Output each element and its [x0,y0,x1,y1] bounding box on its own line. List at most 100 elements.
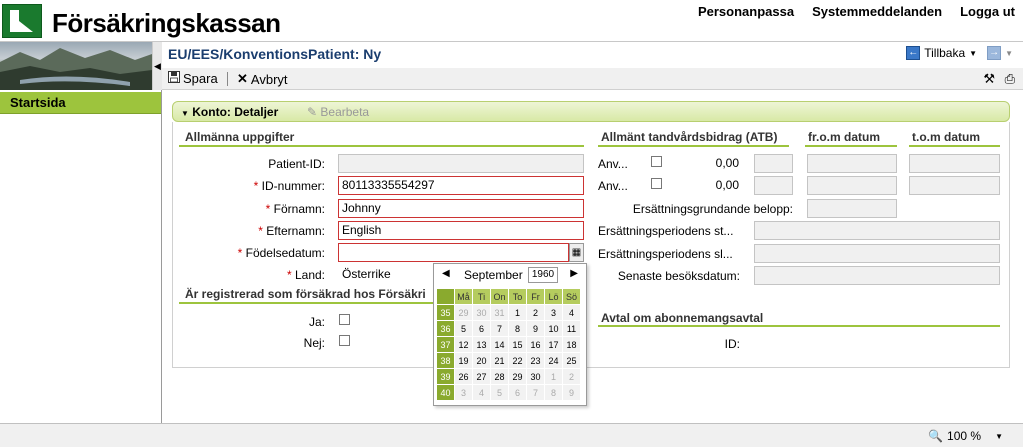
calendar-day-cell[interactable]: 13 [473,337,490,352]
calendar-day-cell[interactable]: 30 [527,369,544,384]
calendar-icon[interactable]: ▦ [569,243,584,262]
country-select[interactable]: Österrike [338,265,434,284]
personalize-link[interactable]: Personanpassa [698,4,794,19]
atb-row2-checkbox[interactable] [651,178,662,189]
atb-row2-extra-field[interactable] [754,176,793,195]
calendar-weekday-header: Må [455,289,472,304]
period-start-field[interactable] [754,221,1000,240]
calendar-day-cell[interactable]: 4 [563,305,580,320]
calendar-day-cell[interactable]: 29 [455,305,472,320]
calendar-day-cell[interactable]: 28 [491,369,508,384]
calendar-day-cell[interactable]: 26 [455,369,472,384]
chevron-down-icon[interactable]: ▼ [1005,49,1013,58]
atb-row1-extra-field[interactable] [754,154,793,173]
calendar-day-cell[interactable]: 29 [509,369,526,384]
calendar-day-cell[interactable]: 5 [491,385,508,400]
calendar-day-cell[interactable]: 21 [491,353,508,368]
sidebar-collapse-handle[interactable]: ◀ [152,42,162,90]
back-arrow-icon[interactable]: ← [906,46,921,60]
calendar-day-cell[interactable]: 23 [527,353,544,368]
insured-no-checkbox[interactable] [339,335,350,346]
calendar-day-cell[interactable]: 6 [509,385,526,400]
calendar-day-cell[interactable]: 7 [491,321,508,336]
cancel-button[interactable]: ✕ Avbryt [237,71,288,87]
calendar-day-cell[interactable]: 1 [545,369,562,384]
last-visit-label: Senaste besöksdatum: [617,269,740,283]
calendar-day-cell[interactable]: 9 [563,385,580,400]
calendar-day-cell[interactable]: 31 [491,305,508,320]
system-messages-link[interactable]: Systemmeddelanden [812,4,942,19]
calendar-day-cell[interactable]: 17 [545,337,562,352]
calendar-day-cell[interactable]: 24 [545,353,562,368]
calendar-day-cell[interactable]: 3 [455,385,472,400]
calendar-day-cell[interactable]: 30 [473,305,490,320]
forward-arrow-icon[interactable]: → [987,46,1002,60]
birthdate-label: * Födelsedatum: [200,246,325,260]
atb-row2-from-field[interactable] [807,176,897,195]
required-marker: * [265,202,274,216]
back-button[interactable]: Tillbaka [924,46,965,60]
period-end-field[interactable] [754,244,1000,263]
calendar-day-cell[interactable]: 5 [455,321,472,336]
last-name-label: * Efternamn: [200,224,325,238]
date-picker-popup: ◀ September 1960 ▶ Må Ti On To Fr Lö Sö 35 29 30 3… [433,263,587,406]
calendar-day-cell[interactable]: 7 [527,385,544,400]
calendar-day-cell[interactable]: 25 [563,353,580,368]
atb-row1-from-field[interactable] [807,154,897,173]
landscape-banner [0,42,152,90]
panel-title-group[interactable]: ▼ Konto: Detaljer [181,105,278,119]
insured-no-label: Nej: [303,336,325,350]
calendar-day-cell[interactable]: 8 [509,321,526,336]
first-name-field[interactable]: Johnny [338,199,584,218]
tools-wrench-icon[interactable]: ⚒ [983,71,995,87]
required-marker: * [237,246,246,260]
calendar-day-cell[interactable]: 16 [527,337,544,352]
edit-button[interactable]: ✎ Bearbeta [307,105,369,119]
calendar-day-cell[interactable]: 18 [563,337,580,352]
insured-yes-checkbox[interactable] [339,314,350,325]
calendar-day-cell[interactable]: 1 [509,305,526,320]
atb-row1-to-field[interactable] [909,154,1000,173]
calendar-day-cell[interactable]: 20 [473,353,490,368]
sidebar-item-startsida[interactable]: Startsida [0,92,161,114]
basis-amount-field[interactable] [807,199,897,218]
calendar-header: ◀ September 1960 ▶ [434,264,586,286]
calendar-day-header-row: Må Ti On To Fr Lö Sö [437,289,580,304]
first-name-label: * Förnamn: [200,202,325,216]
chevron-down-icon[interactable]: ▼ [969,49,977,58]
calendar-day-cell[interactable]: 2 [563,369,580,384]
calendar-day-cell[interactable]: 6 [473,321,490,336]
birthdate-label-text: Födelsedatum: [245,246,325,260]
section-divider [598,325,1000,327]
atb-row1-checkbox[interactable] [651,156,662,167]
last-visit-field[interactable] [754,266,1000,285]
calendar-day-cell[interactable]: 9 [527,321,544,336]
birthdate-field[interactable] [338,243,569,262]
calendar-year-input[interactable]: 1960 [528,267,558,283]
calendar-day-cell[interactable]: 19 [455,353,472,368]
last-name-field[interactable]: English [338,221,584,240]
print-icon[interactable]: ⎙ [1005,71,1015,87]
atb-row2-to-field[interactable] [909,176,1000,195]
calendar-day-cell[interactable]: 15 [509,337,526,352]
zoom-level: 100 % [947,429,982,443]
section-divider [909,145,1000,147]
calendar-day-cell[interactable]: 12 [455,337,472,352]
patient-id-field[interactable] [338,154,584,173]
next-month-icon[interactable]: ▶ [570,268,578,279]
calendar-day-cell[interactable]: 8 [545,385,562,400]
atb-row2-label: Anv... [598,179,628,193]
calendar-day-cell[interactable]: 27 [473,369,490,384]
zoom-control[interactable]: 🔍 100 % ▼ [928,429,1003,443]
calendar-day-cell[interactable]: 2 [527,305,544,320]
save-button[interactable]: Spara [168,71,218,86]
calendar-day-cell[interactable]: 10 [545,321,562,336]
logout-link[interactable]: Logga ut [960,4,1015,19]
calendar-day-cell[interactable]: 3 [545,305,562,320]
calendar-day-cell[interactable]: 11 [563,321,580,336]
calendar-day-cell[interactable]: 14 [491,337,508,352]
calendar-day-cell[interactable]: 22 [509,353,526,368]
id-number-field[interactable]: 80113335554297 [338,176,584,195]
calendar-day-cell[interactable]: 4 [473,385,490,400]
previous-month-icon[interactable]: ◀ [442,268,450,279]
